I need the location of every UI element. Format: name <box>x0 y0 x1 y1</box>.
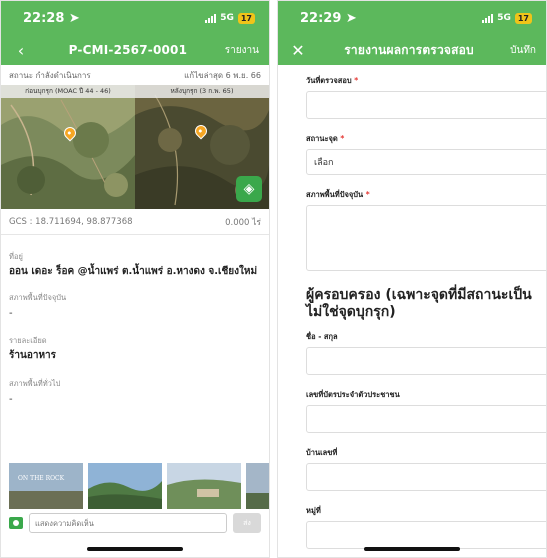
gcs-coordinates: GCS : 18.711694, 98.877368 <box>9 216 133 227</box>
name-input[interactable] <box>306 347 546 375</box>
detail-value: ร้านอาหาร <box>9 350 57 361</box>
network-label: 5G <box>497 13 511 23</box>
coordinates-row: GCS : 18.711694, 98.877368 0.000 ไร่ <box>1 209 269 235</box>
current-condition-textarea[interactable] <box>306 205 546 271</box>
satellite-comparison: ก่อนบุกรุก (MOAC ปี 44 - 46) หลังบุกรุก … <box>1 85 269 209</box>
village-label: หมู่ที่ <box>306 506 321 515</box>
send-button[interactable]: ส่ง <box>233 513 261 533</box>
location-arrow-icon: ➤ <box>68 10 80 26</box>
updated-label: แก้ไขล่าสุด 6 พ.ย. 66 <box>184 70 261 80</box>
battery-icon: 17 <box>514 12 532 24</box>
detail-section: ที่อยู่ ออน เดอะ ร็อค @น้ำแพร่ ต.น้ำแพร่… <box>1 251 269 405</box>
chevron-left-icon[interactable]: ‹ <box>11 41 31 60</box>
inspection-date-input[interactable] <box>306 91 546 119</box>
photo-caption: ON THE ROCK <box>18 475 65 482</box>
current-condition-value: - <box>9 308 13 319</box>
signal-icon <box>482 13 494 23</box>
photo-thumbnail[interactable] <box>88 463 162 509</box>
general-condition-label: สภาพพื้นที่ทั่วไป <box>9 379 61 388</box>
id-card-input[interactable] <box>306 405 546 433</box>
id-label: เลขที่บัตรประจำตัวประชาชน <box>306 390 400 399</box>
field-label: สภาพพื้นที่ปัจจุบัน * <box>306 189 546 201</box>
status-label: สถานะ กำลังดำเนินการ <box>9 70 91 80</box>
page-title: P-CMI-2567-0001 <box>68 43 188 57</box>
village-input[interactable] <box>306 521 546 549</box>
detail-label: รายละเอียด <box>9 336 47 345</box>
close-icon[interactable]: ✕ <box>288 41 308 60</box>
current-condition-label: สภาพพื้นที่ปัจจุบัน <box>9 293 67 302</box>
map-before-label: ก่อนบุกรุก (MOAC ปี 44 - 46) <box>1 85 135 98</box>
battery-icon: 17 <box>237 12 255 24</box>
photo-thumbnail[interactable]: ON THE ROCK <box>9 463 83 509</box>
select-value: เลือก <box>314 158 334 168</box>
status-bar: 22:28 ➤ 5G 17 <box>1 1 269 35</box>
nav-bar: ✕ รายงานผลการตรวจสอบ บันทึก <box>278 35 546 65</box>
photo-strip: ON THE ROCK <box>9 463 269 509</box>
status-indicators: 5G 17 <box>482 12 532 24</box>
map-before[interactable]: ก่อนบุกรุก (MOAC ปี 44 - 46) <box>1 85 135 209</box>
status-time: 22:29 <box>300 10 342 26</box>
satellite-image-before <box>1 85 135 209</box>
address-label: ที่อยู่ <box>9 252 23 261</box>
screenshot-stage: 22:28 ➤ 5G 17 ‹ P-CMI-2567-0001 รายงาน ส… <box>0 0 547 558</box>
current-field-label: สภาพพื้นที่ปัจจุบัน <box>306 190 364 199</box>
photo-thumbnail[interactable] <box>167 463 241 509</box>
comment-bar: ส่ง <box>1 511 269 535</box>
status-select[interactable]: เลือก ▼ <box>306 149 546 175</box>
signal-icon <box>205 13 217 23</box>
home-indicator <box>87 547 183 551</box>
phone-inspection-report: 22:29 ➤ 5G 17 ✕ รายงานผลการตรวจสอบ บันทึ… <box>277 0 547 558</box>
phone-point-detail: 22:28 ➤ 5G 17 ‹ P-CMI-2567-0001 รายงาน ส… <box>0 0 270 558</box>
map-after-label: หลังบุกรุก (3 ก.พ. 65) <box>135 85 269 98</box>
house-number-input[interactable] <box>306 463 546 491</box>
date-label: วันที่ตรวจสอบ <box>306 76 352 85</box>
network-label: 5G <box>220 13 234 23</box>
comment-input[interactable] <box>29 513 227 533</box>
location-arrow-icon: ➤ <box>345 10 357 26</box>
map-after[interactable]: หลังบุกรุก (3 ก.พ. 65) ◈ <box>135 85 269 209</box>
page-title: รายงานผลการตรวจสอบ <box>344 42 474 57</box>
field-label: สถานะจุด * <box>306 133 546 145</box>
required-mark: * <box>340 134 345 143</box>
name-label: ชื่อ - สกุล <box>306 332 338 341</box>
status-field-label: สถานะจุด <box>306 134 338 143</box>
status-time: 22:28 <box>23 10 65 26</box>
address-value: ออน เดอะ ร็อค @น้ำแพร่ ต.น้ำแพร่ อ.หางดง… <box>9 266 258 277</box>
photo-thumbnail[interactable] <box>246 463 269 509</box>
inspection-form: วันที่ตรวจสอบ * สถานะจุด * เลือก ▼ สภาพพ… <box>278 75 546 549</box>
report-button[interactable]: รายงาน <box>225 43 259 58</box>
status-row: สถานะ กำลังดำเนินการ แก้ไขล่าสุด 6 พ.ย. … <box>1 65 269 85</box>
general-condition-value: - <box>9 394 13 405</box>
status-indicators: 5G 17 <box>205 12 255 24</box>
area-value: 0.000 ไร่ <box>225 217 261 228</box>
save-button[interactable]: บันทึก <box>510 43 536 58</box>
camera-icon[interactable] <box>9 517 23 529</box>
field-label: วันที่ตรวจสอบ * <box>306 75 546 87</box>
home-indicator <box>364 547 460 551</box>
nav-bar: ‹ P-CMI-2567-0001 รายงาน <box>1 35 269 65</box>
required-mark: * <box>354 76 359 85</box>
status-bar: 22:29 ➤ 5G 17 <box>278 1 546 35</box>
house-label: บ้านเลขที่ <box>306 448 338 457</box>
map-layers-icon[interactable]: ◈ <box>236 176 262 202</box>
owner-section-title: ผู้ครอบครอง (เฉพาะจุดที่มีสถานะเป็น ไม่ใ… <box>306 287 532 320</box>
required-mark: * <box>365 190 370 199</box>
